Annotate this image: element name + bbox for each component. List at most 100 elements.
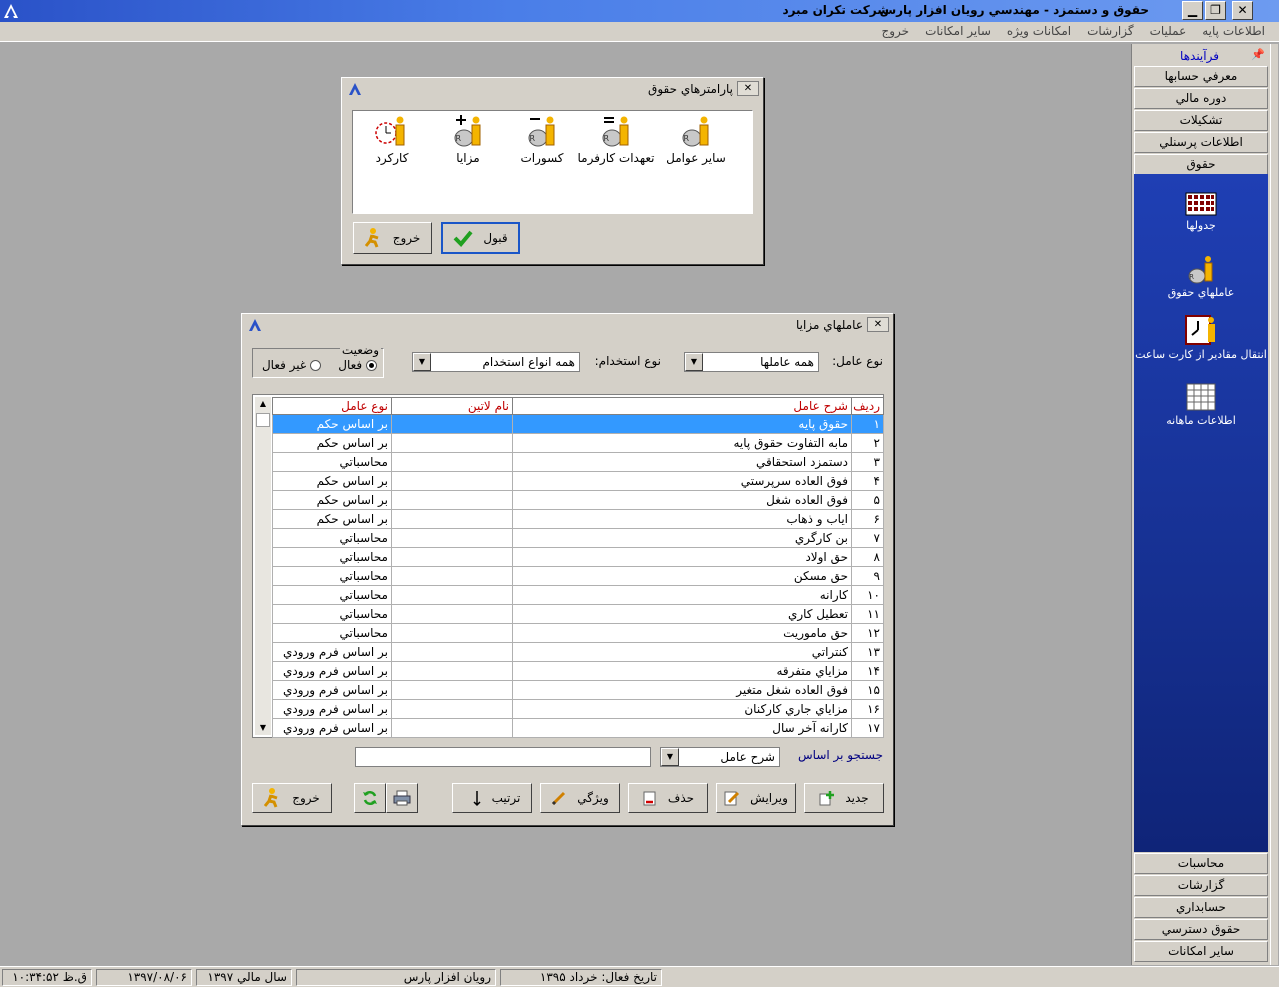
description-cell: دستمزد استحقاقي bbox=[512, 452, 852, 472]
tile-benefits[interactable]: R مزايا bbox=[429, 115, 507, 165]
sidebar-item-calculations[interactable]: محاسبات bbox=[1134, 853, 1268, 874]
employment-type-select[interactable]: همه انواع استخدام ▼ bbox=[412, 352, 580, 372]
table-row[interactable]: ٨ حق اولاد محاسباتي bbox=[272, 547, 884, 567]
menu-other-features[interactable]: ساير امكانات bbox=[925, 24, 991, 38]
edit-button[interactable]: ويرايش bbox=[716, 783, 796, 813]
table-row[interactable]: ١٠ كارانه محاسباتي bbox=[272, 585, 884, 605]
description-cell: حق ماموريت bbox=[512, 623, 852, 643]
inactive-radio[interactable]: غير فعال bbox=[262, 358, 321, 372]
tile-attendance[interactable]: كاركرد bbox=[353, 115, 431, 165]
salary-factors-item[interactable]: R عاملهاي حقوق bbox=[1134, 254, 1268, 299]
table-row[interactable]: ١ حقوق پايه بر اساس حكم bbox=[272, 414, 884, 434]
scroll-up-icon[interactable]: ▲ bbox=[255, 397, 271, 411]
menu-operations[interactable]: عمليات bbox=[1150, 24, 1187, 38]
table-row[interactable]: ۵ فوق العاده شغل بر اساس حكم bbox=[272, 490, 884, 510]
pin-icon[interactable]: 📌 bbox=[1251, 48, 1265, 61]
table-row[interactable]: ٢ مابه التفاوت حقوق پايه بر اساس حكم bbox=[272, 433, 884, 453]
factor-type-cell: بر اساس حكم bbox=[272, 433, 392, 453]
close-button[interactable]: ✕ bbox=[1232, 1, 1253, 20]
table-row[interactable]: ١٣ كنتراتي بر اساس فرم ورودي bbox=[272, 642, 884, 662]
table-row[interactable]: ٧ بن كارگري محاسباتي bbox=[272, 528, 884, 548]
latin-name-cell bbox=[391, 680, 513, 700]
employment-type-label: نوع استخدام: bbox=[594, 354, 661, 368]
table-row[interactable]: ١١ تعطيل كاري محاسباتي bbox=[272, 604, 884, 624]
menu-exit[interactable]: خروج bbox=[881, 24, 909, 38]
timecard-transfer-item[interactable]: انتقال مقادير از كارت ساعت bbox=[1134, 314, 1268, 361]
col-latin-name-header[interactable]: نام لاتين bbox=[391, 397, 513, 415]
maximize-button[interactable]: ❐ bbox=[1205, 1, 1226, 20]
col-row-header[interactable]: رديف bbox=[851, 397, 884, 415]
exit-label: خروج bbox=[392, 231, 421, 245]
sidebar-item-other[interactable]: ساير امكانات bbox=[1134, 941, 1268, 962]
tile-other-factors[interactable]: R ساير عوامل bbox=[657, 115, 735, 165]
table-row[interactable]: ١۵ فوق العاده شغل متغير بر اساس فرم ورودي bbox=[272, 680, 884, 700]
table-row[interactable]: ۴ فوق العاده سرپرستي بر اساس حكم bbox=[272, 471, 884, 491]
data-table: رديف شرح عامل نام لاتين نوع عامل ١ حقوق پ… bbox=[272, 397, 884, 738]
sidebar-item-accounting[interactable]: حسابداري bbox=[1134, 897, 1268, 918]
sidebar-item-access-rights[interactable]: حقوق دسترسي bbox=[1134, 919, 1268, 940]
description-cell: فوق العاده شغل bbox=[512, 490, 852, 510]
sidebar-item-accounts[interactable]: معرفي حسابها bbox=[1134, 66, 1268, 87]
minimize-button[interactable]: ▁ bbox=[1182, 1, 1203, 20]
svg-text:R: R bbox=[1189, 273, 1194, 281]
row-number-cell: ١٣ bbox=[851, 642, 884, 662]
sort-button[interactable]: ترتيب AZ bbox=[452, 783, 532, 813]
refresh-button[interactable] bbox=[354, 783, 386, 813]
col-factor-type-header[interactable]: نوع عامل bbox=[272, 397, 392, 415]
sidebar-item-organization[interactable]: تشكيلات bbox=[1134, 110, 1268, 131]
sidebar-item-personnel[interactable]: اطلاعات پرسنلي bbox=[1134, 132, 1268, 153]
new-button[interactable]: جديد bbox=[804, 783, 884, 813]
tables-item[interactable]: جدولها bbox=[1134, 189, 1268, 232]
factor-type-label: نوع عامل: bbox=[832, 354, 883, 368]
menu-base-info[interactable]: اطلاعات پايه bbox=[1202, 24, 1265, 38]
sidebar-item-reports[interactable]: گزارشات bbox=[1134, 875, 1268, 896]
factor-type-cell: محاسباتي bbox=[272, 528, 392, 548]
table-row[interactable]: ١٧ كارانه آخر سال بر اساس فرم ورودي bbox=[272, 718, 884, 738]
table-scrollbar[interactable]: ▲ ▼ bbox=[255, 397, 271, 735]
print-button[interactable] bbox=[386, 783, 418, 813]
dialog-close-button[interactable]: ✕ bbox=[867, 317, 889, 332]
table-row[interactable]: ١۴ مزاياي متفرقه بر اساس فرم ورودي bbox=[272, 661, 884, 681]
row-number-cell: ١٢ bbox=[851, 623, 884, 643]
scroll-thumb[interactable] bbox=[256, 413, 270, 427]
panel-scrollbar[interactable] bbox=[1270, 44, 1278, 965]
sidebar-item-fiscal-period[interactable]: دوره مالي bbox=[1134, 88, 1268, 109]
table-row[interactable]: ٣ دستمزد استحقاقي محاسباتي bbox=[272, 452, 884, 472]
search-field-select[interactable]: شرح عامل ▼ bbox=[660, 747, 780, 767]
active-radio[interactable]: فعال bbox=[338, 358, 377, 372]
description-cell: حقوق پايه bbox=[512, 414, 852, 434]
factor-type-cell: بر اساس فرم ورودي bbox=[272, 680, 392, 700]
ok-button[interactable]: قبول bbox=[441, 222, 520, 254]
table-row[interactable]: ١٢ حق ماموريت محاسباتي bbox=[272, 623, 884, 643]
row-number-cell: ۶ bbox=[851, 509, 884, 529]
timecard-transfer-label: انتقال مقادير از كارت ساعت bbox=[1135, 348, 1267, 361]
col-description-header[interactable]: شرح عامل bbox=[512, 397, 852, 415]
dialog-close-button[interactable]: ✕ bbox=[737, 81, 759, 96]
feature-button[interactable]: ويژگي bbox=[540, 783, 620, 813]
salary-params-dialog: پارامترهاي حقوق ✕ R ساير عوامل R تعهدات … bbox=[341, 77, 764, 265]
tile-deductions[interactable]: R كسورات bbox=[503, 115, 581, 165]
factor-type-cell: بر اساس فرم ورودي bbox=[272, 718, 392, 738]
chevron-down-icon[interactable]: ▼ bbox=[685, 353, 703, 371]
scroll-down-icon[interactable]: ▼ bbox=[255, 721, 271, 735]
money-bag-person-icon: R bbox=[1188, 256, 1213, 284]
tile-label: تعهدات كارفرما bbox=[577, 151, 655, 165]
search-input[interactable] bbox=[355, 747, 651, 767]
factor-type-select[interactable]: همه عاملها ▼ bbox=[684, 352, 819, 372]
chevron-down-icon[interactable]: ▼ bbox=[661, 748, 679, 766]
chevron-down-icon[interactable]: ▼ bbox=[413, 353, 431, 371]
exit-button[interactable]: خروج bbox=[353, 222, 432, 254]
search-field-value: شرح عامل bbox=[720, 750, 775, 764]
benefit-factors-dialog: عاملهاي مزايا ✕ نوع عامل: همه عاملها ▼ ن… bbox=[241, 313, 894, 826]
menu-reports[interactable]: گزارشات bbox=[1087, 24, 1133, 38]
monthly-info-item[interactable]: اطلاعات ماهانه bbox=[1134, 382, 1268, 427]
status-date: ١٣٩٧/٠٨/٠۶ bbox=[96, 969, 192, 986]
menu-special-features[interactable]: امكانات ويژه bbox=[1007, 24, 1071, 38]
table-row[interactable]: ١۶ مزاياي جاري كاركنان بر اساس فرم ورودي bbox=[272, 699, 884, 719]
delete-button[interactable]: حذف bbox=[628, 783, 708, 813]
table-row[interactable]: ۶ اياب و ذهاب بر اساس حكم bbox=[272, 509, 884, 529]
table-row[interactable]: ٩ حق مسكن محاسباتي bbox=[272, 566, 884, 586]
sidebar-item-salary[interactable]: حقوق bbox=[1134, 154, 1268, 175]
tile-employer-obligations[interactable]: R تعهدات كارفرما bbox=[577, 115, 655, 165]
exit-button[interactable]: خروج bbox=[252, 783, 332, 813]
